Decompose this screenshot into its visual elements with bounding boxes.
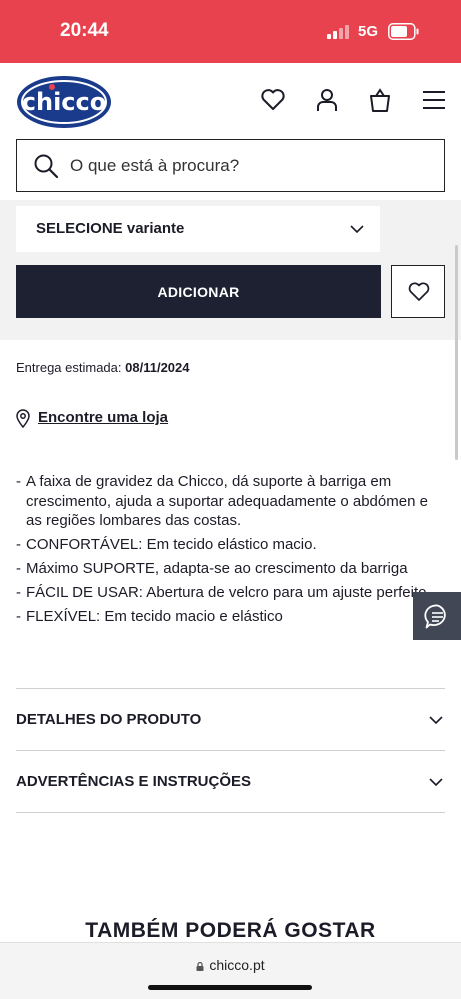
add-to-cart-button[interactable]: ADICIONAR bbox=[16, 265, 381, 318]
site-header: chicco bbox=[0, 63, 461, 135]
wishlist-button[interactable] bbox=[391, 265, 445, 318]
status-time: 20:44 bbox=[60, 20, 109, 41]
variant-select[interactable]: SELECIONE variante bbox=[16, 206, 380, 252]
home-indicator[interactable] bbox=[148, 985, 312, 990]
svg-text:chicco: chicco bbox=[22, 88, 106, 116]
heart-icon bbox=[408, 282, 430, 301]
list-item: - CONFORTÁVEL: Em tecido elástico macio. bbox=[16, 536, 317, 553]
variant-label: SELECIONE variante bbox=[36, 220, 185, 237]
heart-icon[interactable] bbox=[260, 87, 286, 113]
delivery-label: Entrega estimada: bbox=[16, 360, 122, 375]
list-item: -A faixa de gravidez da Chicco, dá supor… bbox=[16, 473, 428, 529]
section-heading: TAMBÉM PODERÁ GOSTAR bbox=[85, 919, 376, 942]
accordion-title: DETALHES DO PRODUTO bbox=[16, 711, 202, 728]
find-store-link[interactable]: Encontre uma loja bbox=[38, 409, 168, 426]
shopping-bag-icon[interactable] bbox=[367, 87, 393, 113]
signal-icon bbox=[327, 25, 349, 39]
chat-icon bbox=[424, 604, 446, 629]
list-item: - FÁCIL DE USAR: Abertura de velcro para … bbox=[16, 584, 431, 601]
menu-icon[interactable] bbox=[421, 87, 447, 113]
chevron-down-icon bbox=[429, 716, 443, 725]
accordion-title: ADVERTÊNCIAS E INSTRUÇÕES bbox=[16, 773, 252, 790]
location-pin-icon bbox=[16, 409, 30, 428]
divider bbox=[16, 812, 445, 813]
accordion-product-details[interactable]: DETALHES DO PRODUTO bbox=[16, 688, 445, 750]
delivery-estimate: Entrega estimada: 08/11/2024 bbox=[16, 360, 190, 375]
product-description: -A faixa de gravidez da Chicco, dá supor… bbox=[16, 472, 436, 631]
url-display[interactable]: chicco.pt bbox=[0, 957, 461, 973]
chicco-logo[interactable]: chicco bbox=[16, 75, 112, 129]
status-bar: 20:44 5G bbox=[0, 0, 461, 63]
chat-button[interactable] bbox=[413, 592, 461, 640]
accordion-warnings-instructions[interactable]: ADVERTÊNCIAS E INSTRUÇÕES bbox=[16, 750, 445, 812]
battery-icon bbox=[388, 23, 419, 40]
list-item: - FLEXÍVEL: Em tecido macio e elástico bbox=[16, 608, 283, 625]
delivery-date: 08/11/2024 bbox=[125, 360, 190, 375]
list-item: - Máximo SUPORTE, adapta-se ao cresciment… bbox=[16, 560, 408, 577]
chevron-down-icon bbox=[350, 225, 364, 234]
lock-icon bbox=[196, 962, 204, 971]
browser-url-bar[interactable]: chicco.pt bbox=[0, 942, 461, 999]
network-label: 5G bbox=[358, 23, 379, 40]
user-icon[interactable] bbox=[314, 87, 340, 113]
url-text: chicco.pt bbox=[209, 957, 265, 973]
search-bar[interactable] bbox=[16, 139, 445, 192]
chevron-down-icon bbox=[429, 778, 443, 787]
search-input[interactable] bbox=[70, 150, 430, 182]
search-icon[interactable] bbox=[33, 153, 59, 179]
scrollbar[interactable] bbox=[455, 245, 458, 460]
